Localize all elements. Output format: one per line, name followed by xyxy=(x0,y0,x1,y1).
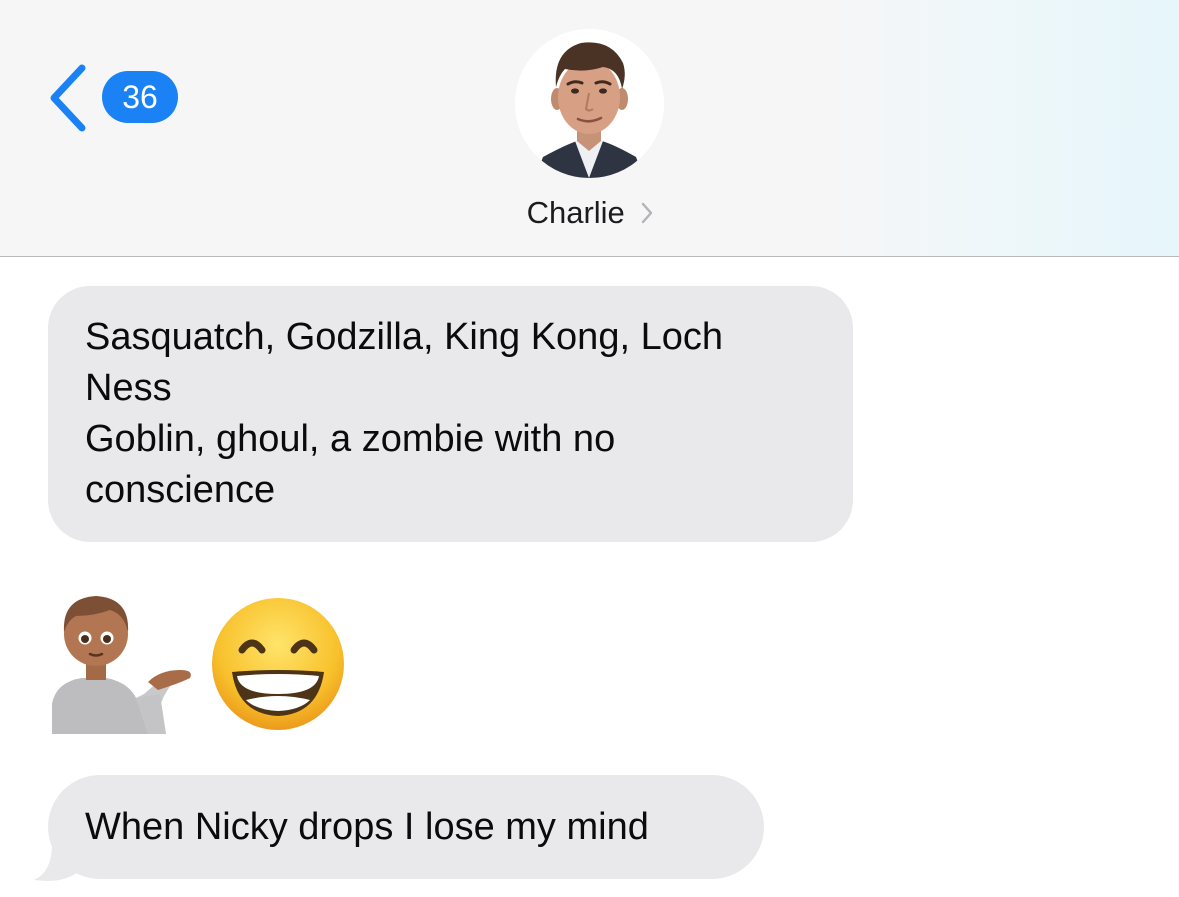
message-text-line: Sasquatch, Godzilla, King Kong, Loch xyxy=(85,316,723,358)
contact-photo xyxy=(515,29,664,178)
contact-name: Charlie xyxy=(526,195,625,230)
message-text-line: Ness xyxy=(85,367,172,409)
person-tipping-hand-icon xyxy=(52,596,191,734)
unread-count-badge: 36 xyxy=(102,71,178,123)
incoming-message-bubble[interactable]: Sasquatch, Godzilla, King Kong, Loch Nes… xyxy=(48,286,853,542)
chevron-right-icon xyxy=(642,202,653,224)
conversation-header: 36 Charlie xyxy=(0,0,1179,257)
message-text: When Nicky drops I lose my mind xyxy=(85,806,649,848)
incoming-message-bubble[interactable]: When Nicky drops I lose my mind xyxy=(48,775,764,879)
grinning-face-with-smiling-eyes-icon xyxy=(212,598,344,730)
contact-name-button[interactable]: Charlie xyxy=(470,190,710,236)
message-text-line: conscience xyxy=(85,469,276,511)
back-button[interactable]: 36 xyxy=(44,60,194,136)
incoming-emoji-message[interactable] xyxy=(48,586,358,736)
chevron-left-icon xyxy=(50,64,86,132)
contact-avatar[interactable] xyxy=(515,29,664,178)
bubble-tail xyxy=(34,840,80,881)
message-text-line: Goblin, ghoul, a zombie with no xyxy=(85,418,616,460)
